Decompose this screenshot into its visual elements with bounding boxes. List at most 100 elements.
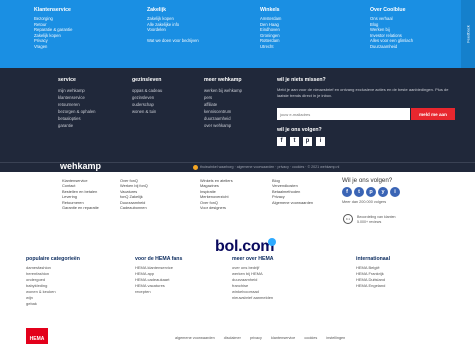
facebook-icon[interactable]: f xyxy=(342,187,352,197)
follow-title: wil je ons volgen? xyxy=(277,127,322,133)
instagram-icon[interactable]: i xyxy=(316,137,325,146)
wehkamp-col-gezinsleven: gezinsleven oppas & cadeau gezinsleven o… xyxy=(132,77,162,115)
bol-section: bol.com xyxy=(0,232,475,256)
footer-link[interactable]: betaalopties xyxy=(58,115,96,122)
wehkamp-bottom-bar: wehkamp thuiswinkel waarborg · algemene … xyxy=(0,161,475,172)
bol-logo-bubble-icon xyxy=(268,238,276,246)
subscribe-button[interactable]: meld me aan xyxy=(411,108,455,120)
footer-link[interactable]: werken bij wehkamp xyxy=(204,87,242,94)
col-title: Over Coolblue xyxy=(370,7,406,13)
col-title: Zakelijk xyxy=(147,7,167,13)
footer-link[interactable]: over wehkamp xyxy=(204,122,242,129)
footer-link[interactable]: ouderschap xyxy=(132,101,162,108)
footer-link[interactable]: retourneren xyxy=(58,101,96,108)
wehkamp-footer: service mijn wehkamp klantenservice reto… xyxy=(0,68,475,172)
coolblue-col-3: Winkels Amsterdam Den Haag Eindhoven Gro… xyxy=(260,7,281,50)
feedback-tab[interactable]: Feedback xyxy=(461,0,475,68)
col-title: meer over HEMA xyxy=(232,256,274,262)
footer-link[interactable]: nieuwsbrief aanmelden xyxy=(232,295,274,301)
bol-logo[interactable]: bol.com xyxy=(215,238,275,256)
footer-link[interactable]: Garantie en reparatie xyxy=(62,205,99,210)
coolblue-col-2: Zakelijk Zakelijk kopen Alle zakelijke i… xyxy=(147,7,199,44)
col-title: voor de HEMA fans xyxy=(135,256,183,262)
footer-link[interactable]: Voor designers xyxy=(200,205,233,210)
newsletter: wil je niets missen? Meld je aan voor de… xyxy=(277,77,457,98)
col-title: Winkels xyxy=(260,7,280,13)
fonq-social-follow: Wil je ons volgen? f t p y i Meer dan 20… xyxy=(342,177,400,204)
wehkamp-col-meer: meer wehkamp werken bij wehkamp pers aff… xyxy=(204,77,242,129)
hema-legal-links: algemene voorwaarden disclaimer privacy … xyxy=(175,336,353,340)
coolblue-col-4: Over Coolblue Ons verhaal Blog Werken bi… xyxy=(370,7,413,50)
legal-link[interactable]: privacy xyxy=(250,336,262,340)
hema-logo[interactable]: HEMA xyxy=(26,328,48,344)
footer-link[interactable]: duurzaamheid xyxy=(204,115,242,122)
instagram-icon[interactable]: i xyxy=(390,187,400,197)
hema-col-2: voor de HEMA fans HEMA klantenservice HE… xyxy=(135,256,182,295)
footer-link[interactable]: kenniscentrum xyxy=(204,108,242,115)
footer-link[interactable]: Utrecht xyxy=(260,44,281,50)
col-title: Klantenservice xyxy=(34,7,71,13)
twitter-icon[interactable]: t xyxy=(354,187,364,197)
legal-link[interactable]: cookies xyxy=(304,336,317,340)
footer-link[interactable]: bezorgen & ophalen xyxy=(58,108,96,115)
newsletter-form: meld me aan xyxy=(277,108,457,120)
footer-link[interactable]: gebak xyxy=(26,301,80,307)
footer-link[interactable]: Wat we doen voor bedrijven xyxy=(147,38,199,44)
col-title: meer wehkamp xyxy=(204,77,242,83)
pinterest-icon[interactable]: p xyxy=(303,137,312,146)
col-title: service xyxy=(58,77,76,83)
hema-col-4: internationaal HEMA België HEMA Frankrij… xyxy=(356,256,390,289)
legal-link[interactable]: instellingen xyxy=(326,336,345,340)
col-title: populaire categorieën xyxy=(26,256,80,262)
footer-link[interactable]: Algemene voorwaarden xyxy=(272,200,313,205)
fonq-col-3: Winkels en ateliers Magazines Inspiratie… xyxy=(200,178,233,210)
coolblue-col-1: Klantenservice Bezorging Retour Reparati… xyxy=(34,7,72,50)
legal-link[interactable]: klantenservice xyxy=(271,336,295,340)
footer-link[interactable]: wonen & tuin xyxy=(132,108,162,115)
hema-footer: populaire categorieën damesfashion heren… xyxy=(0,256,475,344)
footer-link[interactable]: mijn wehkamp xyxy=(58,87,96,94)
rating-text: Beoordeling van klanten 5.000+ reviews xyxy=(357,215,396,224)
fonq-col-2: Over fonQ Werken bij fonQ Vacatures fonQ… xyxy=(120,178,148,210)
follower-count: Meer dan 200.000 volgers xyxy=(342,200,387,204)
footer-link[interactable]: Cadeaubonnen xyxy=(120,205,148,210)
legal-links[interactable]: thuiswinkel waarborg · algemene voorwaar… xyxy=(200,165,339,169)
feedback-label: Feedback xyxy=(465,25,471,43)
footer-link[interactable]: Merkenoverzicht xyxy=(200,194,233,199)
coolblue-footer: Klantenservice Bezorging Retour Reparati… xyxy=(0,0,475,68)
col-title: internationaal xyxy=(356,256,391,262)
footer-link[interactable]: HEMA Engeland xyxy=(356,283,390,289)
waarborg-icon xyxy=(193,165,198,170)
footer-link[interactable]: pers xyxy=(204,94,242,101)
rating-badge: 9.1 xyxy=(343,214,353,224)
footer-link[interactable]: Vragen xyxy=(34,44,72,50)
facebook-icon[interactable]: f xyxy=(277,137,286,146)
footer-link[interactable]: oppas & cadeau xyxy=(132,87,162,94)
newsletter-title: wil je niets missen? xyxy=(277,77,326,83)
footer-link[interactable]: Duurzaamheid xyxy=(370,44,413,50)
wehkamp-col-service: service mijn wehkamp klantenservice reto… xyxy=(58,77,96,129)
pinterest-icon[interactable]: p xyxy=(366,187,376,197)
fonq-col-1: Klantenservice Contact Bestellen en beta… xyxy=(62,178,99,210)
follow-title: Wil je ons volgen? xyxy=(342,177,393,184)
newsletter-text: Meld je aan voor de nieuwsbrief en ontva… xyxy=(277,87,449,98)
legal-link[interactable]: algemene voorwaarden xyxy=(175,336,215,340)
legal-link[interactable]: disclaimer xyxy=(224,336,241,340)
fonq-col-4: Blog Verzendkosten Betaalmethoden Privac… xyxy=(272,178,313,205)
col-title: gezinsleven xyxy=(132,77,162,83)
social-follow: wil je ons volgen? f t p i xyxy=(277,127,325,146)
footer-link[interactable]: recepten xyxy=(135,289,182,295)
footer-link[interactable]: garantie xyxy=(58,122,96,129)
wehkamp-logo[interactable]: wehkamp xyxy=(60,161,101,171)
footer-link[interactable]: klantenservice xyxy=(58,94,96,101)
email-input[interactable] xyxy=(277,108,410,120)
youtube-icon[interactable]: y xyxy=(378,187,388,197)
hema-col-1: populaire categorieën damesfashion heren… xyxy=(26,256,80,307)
rating-line: Beoordeling van klanten xyxy=(357,215,396,219)
rating-line: 5.000+ reviews xyxy=(357,219,382,224)
twitter-icon[interactable]: t xyxy=(290,137,299,146)
hema-col-3: meer over HEMA over ons bedrijf werken b… xyxy=(232,256,274,301)
footer-link[interactable]: affiliate xyxy=(204,101,242,108)
fonq-footer: Klantenservice Contact Bestellen en beta… xyxy=(0,172,475,232)
footer-link[interactable]: gezinsleven xyxy=(132,94,162,101)
